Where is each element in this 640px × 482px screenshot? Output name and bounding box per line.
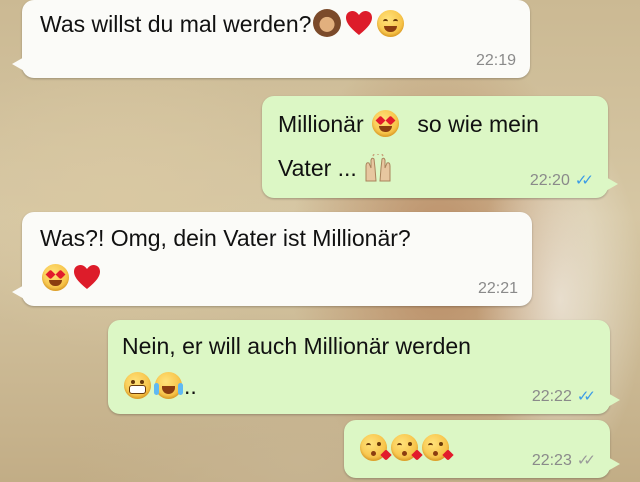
message-text: Was?! Omg, dein Vater ist Millionär? xyxy=(40,225,411,251)
raising-hands-icon xyxy=(365,154,391,182)
message-timestamp: 22:19 xyxy=(475,52,516,69)
message-timestamp: 22:20 ✓✓ xyxy=(530,172,594,190)
message-text: so wie mein xyxy=(417,111,539,137)
heart-eyes-icon xyxy=(42,264,69,291)
read-receipt-icon: ✓✓ xyxy=(576,388,596,405)
message-text: Nein, er will auch Millionär werden xyxy=(122,333,471,359)
message-timestamp: 22:21 xyxy=(477,280,518,297)
message-bubble-incoming[interactable]: Was?! Omg, dein Vater ist Millionär? 22:… xyxy=(12,212,532,306)
message-bubble-outgoing[interactable]: Nein, er will auch Millionär werden .. 2… xyxy=(108,320,620,414)
red-heart-icon xyxy=(74,265,100,289)
kissing-heart-icon xyxy=(391,434,423,461)
red-heart-icon xyxy=(346,11,373,35)
message-bubble-incoming[interactable]: Was willst du mal werden? 22:19 xyxy=(12,0,530,78)
message-timestamp: 22:22 ✓✓ xyxy=(532,388,596,406)
message-text: Millionär xyxy=(278,111,364,137)
crying-laughing-icon xyxy=(154,372,183,399)
see-no-evil-monkey-icon xyxy=(313,9,342,37)
read-receipt-icon: ✓✓ xyxy=(574,172,594,189)
smiling-face-icon xyxy=(377,10,405,37)
message-bubble-outgoing[interactable]: Millionär so wie mein Vater ... 22:20 ✓✓ xyxy=(262,96,618,198)
message-timestamp: 22:23 ✓✓ xyxy=(532,452,596,470)
message-text: Was willst du mal werden? xyxy=(40,11,312,37)
message-text: Vater ... xyxy=(278,155,357,181)
delivered-receipt-icon: ✓✓ xyxy=(576,452,596,469)
heart-eyes-icon xyxy=(372,110,400,137)
message-bubble-outgoing[interactable]: 22:23 ✓✓ xyxy=(344,420,620,478)
kissing-heart-icon xyxy=(360,434,392,461)
message-text: .. xyxy=(184,373,197,399)
grimacing-face-icon xyxy=(124,372,151,399)
kissing-heart-icon xyxy=(422,434,454,461)
